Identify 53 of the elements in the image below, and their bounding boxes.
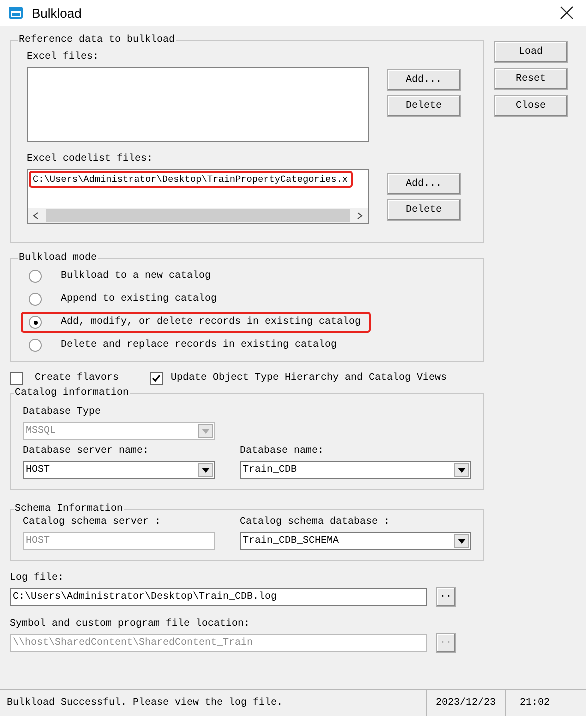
file-list[interactable] <box>27 67 369 142</box>
field-label: Database name: <box>240 446 326 457</box>
field-label: Symbol and custom program file location: <box>10 619 252 630</box>
status-date: 2023/12/23 <box>426 690 505 716</box>
field-label: Excel files: <box>27 52 100 63</box>
dropdown-arrow-icon <box>458 538 466 544</box>
app-icon <box>8 5 24 21</box>
browse-button[interactable]: ·· <box>436 587 456 607</box>
dialog-button[interactable]: Reset <box>494 68 568 90</box>
radio-button[interactable] <box>29 270 42 283</box>
group-title: Schema Information <box>14 504 124 515</box>
checkbox-label[interactable]: Update Object Type Hierarchy and Catalog Views <box>171 372 448 384</box>
radio-button[interactable] <box>29 316 42 329</box>
field-label: Database server name: <box>23 446 150 457</box>
list-button[interactable]: Delete <box>387 95 461 117</box>
horizontal-scrollbar[interactable] <box>28 208 368 223</box>
dropdown-arrow-icon <box>202 428 210 434</box>
field-label: Catalog schema database : <box>240 517 392 528</box>
field-label: Excel codelist files: <box>27 154 154 165</box>
status-time: 21:02 <box>505 690 564 716</box>
radio-option[interactable]: Delete and replace records in existing catalog <box>21 335 348 356</box>
checkbox[interactable] <box>150 372 164 384</box>
field-label: Database Type <box>23 407 102 418</box>
file-list[interactable]: C:\Users\Administrator\Desktop\TrainPropertyCategories.x <box>27 169 369 224</box>
field-label: Log file: <box>10 573 66 584</box>
list-button[interactable]: Add... <box>387 173 461 195</box>
radio-option[interactable]: Add, modify, or delete records in existing catalog <box>21 312 372 333</box>
group-title: Bulkload mode <box>18 253 98 264</box>
file-item[interactable]: C:\Users\Administrator\Desktop\TrainPropertyCategories.x <box>29 171 354 188</box>
field-label: Catalog schema server : <box>23 517 162 528</box>
window-title: Bulkload <box>32 6 83 20</box>
group-title: Catalog information <box>14 388 130 399</box>
list-button[interactable]: Delete <box>387 199 461 221</box>
dropdown[interactable]: Train_CDB_SCHEMA <box>240 532 471 550</box>
scroll-right-icon[interactable] <box>356 212 364 220</box>
dropdown[interactable]: Train_CDB <box>240 461 471 479</box>
checkbox-label[interactable]: Create flavors <box>35 372 120 384</box>
checkbox[interactable] <box>10 372 23 384</box>
scroll-left-icon[interactable] <box>32 212 40 220</box>
radio-button[interactable] <box>29 339 42 352</box>
list-button[interactable]: Add... <box>387 69 461 91</box>
dialog-button[interactable]: Load <box>494 41 568 63</box>
dropdown-arrow-icon <box>458 468 466 472</box>
group-title: Reference data to bulkload <box>18 35 176 46</box>
dropdown[interactable]: HOST <box>23 461 215 479</box>
dropdown-arrow-icon <box>202 468 210 472</box>
radio-option[interactable]: Append to existing catalog <box>21 289 228 310</box>
radio-option[interactable]: Bulkload to a new catalog <box>21 266 222 287</box>
close-icon[interactable] <box>560 6 574 20</box>
status-message: Bulkload Successful. Please view the log file. <box>6 698 284 708</box>
dialog-button[interactable]: Close <box>494 95 568 117</box>
path-field[interactable]: C:\Users\Administrator\Desktop\Train_CDB.log <box>10 588 427 606</box>
radio-button[interactable] <box>29 293 42 306</box>
